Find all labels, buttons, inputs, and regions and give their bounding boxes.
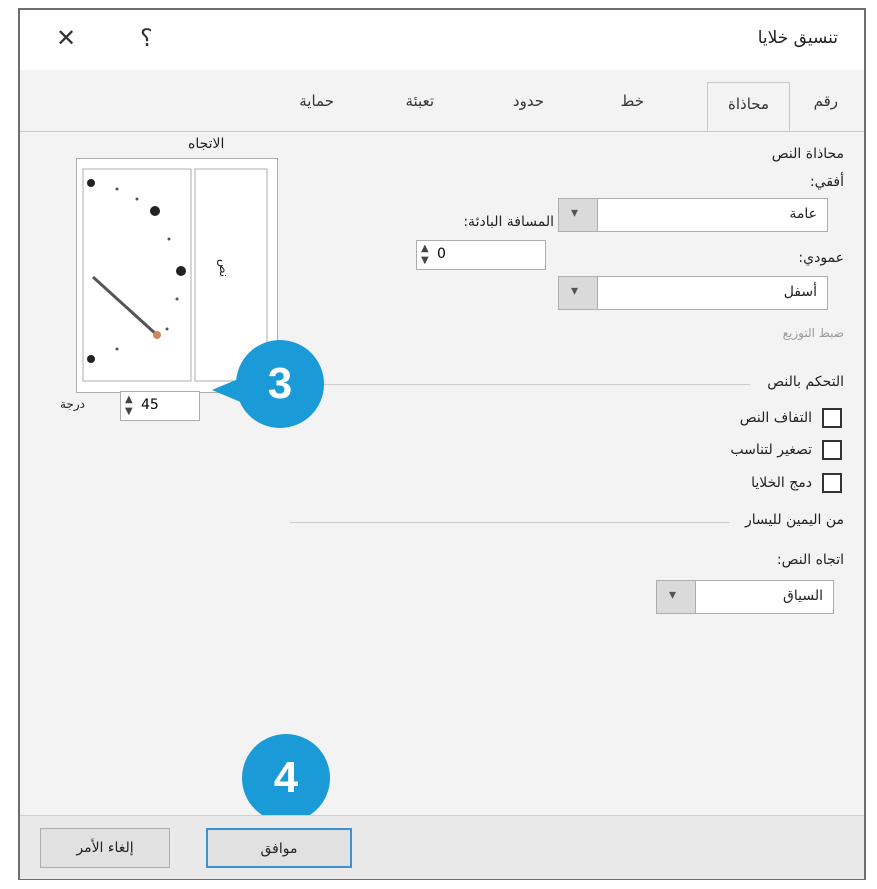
shrink-to-fit-label: تصغير لتناسب: [730, 442, 812, 458]
tab-number[interactable]: رقم: [814, 92, 838, 110]
help-icon[interactable]: ؟: [140, 24, 153, 52]
tab-strip: رقم محاذاة خط حدود تعبئة حماية: [20, 78, 864, 132]
vertical-select[interactable]: ▾ أسفل: [558, 276, 828, 310]
vertical-text-sample: نص: [217, 259, 231, 278]
indent-stepper[interactable]: ▲ ▼ 0: [416, 240, 546, 270]
chevron-down-icon[interactable]: ▾: [657, 581, 696, 613]
spinner-arrows-icon[interactable]: ▲ ▼: [125, 394, 133, 418]
tab-alignment[interactable]: محاذاة: [707, 82, 790, 132]
tab-protection[interactable]: حماية: [299, 92, 334, 110]
chevron-down-icon[interactable]: ▾: [559, 277, 598, 309]
degrees-stepper[interactable]: ▲ ▼ 45: [120, 391, 200, 421]
wrap-text-checkbox[interactable]: [822, 408, 842, 428]
text-control-heading: التحكم بالنص: [767, 374, 844, 390]
degrees-label: درجة: [60, 397, 85, 411]
vertical-label: عمودي:: [798, 250, 844, 266]
merge-cells-label: دمج الخلايا: [751, 475, 812, 491]
section-divider: [290, 522, 730, 523]
horizontal-select[interactable]: ▾ عامة: [558, 198, 828, 232]
section-divider: [290, 384, 750, 385]
spinner-arrows-icon[interactable]: ▲ ▼: [421, 243, 429, 267]
text-direction-label: اتجاه النص:: [776, 552, 844, 568]
tab-font[interactable]: خط: [620, 92, 644, 110]
rtl-heading: من اليمين لليسار: [744, 512, 844, 528]
title-bar: تنسيق خلايا ؟ ✕: [20, 10, 864, 70]
horizontal-label: أفقي:: [809, 174, 844, 190]
justify-distributed-checkbox[interactable]: ضبط التوزيع: [783, 326, 844, 340]
cancel-button[interactable]: إلغاء الأمر: [40, 828, 170, 868]
chevron-down-icon[interactable]: ▾: [559, 199, 598, 231]
merge-cells-checkbox[interactable]: [822, 473, 842, 493]
wrap-text-label: التفاف النص: [739, 410, 812, 426]
ok-button[interactable]: موافق: [206, 828, 352, 868]
shrink-to-fit-checkbox[interactable]: [822, 440, 842, 460]
tab-border[interactable]: حدود: [513, 92, 544, 110]
tab-divider: [20, 131, 864, 132]
dialog-title: تنسيق خلايا: [757, 28, 838, 48]
step-4-callout: 4: [242, 734, 330, 822]
tab-fill[interactable]: تعبئة: [405, 92, 434, 110]
indent-label: المسافة البادئة:: [463, 214, 554, 230]
text-alignment-heading: محاذاة النص: [771, 146, 844, 162]
close-icon[interactable]: ✕: [56, 24, 76, 52]
callout-pointer-icon: [212, 374, 250, 406]
format-cells-dialog: تنسيق خلايا ؟ ✕ رقم محاذاة خط حدود تعبئة…: [18, 8, 866, 880]
orientation-heading: الاتجاه: [188, 136, 225, 152]
text-direction-select[interactable]: ▾ السياق: [656, 580, 834, 614]
